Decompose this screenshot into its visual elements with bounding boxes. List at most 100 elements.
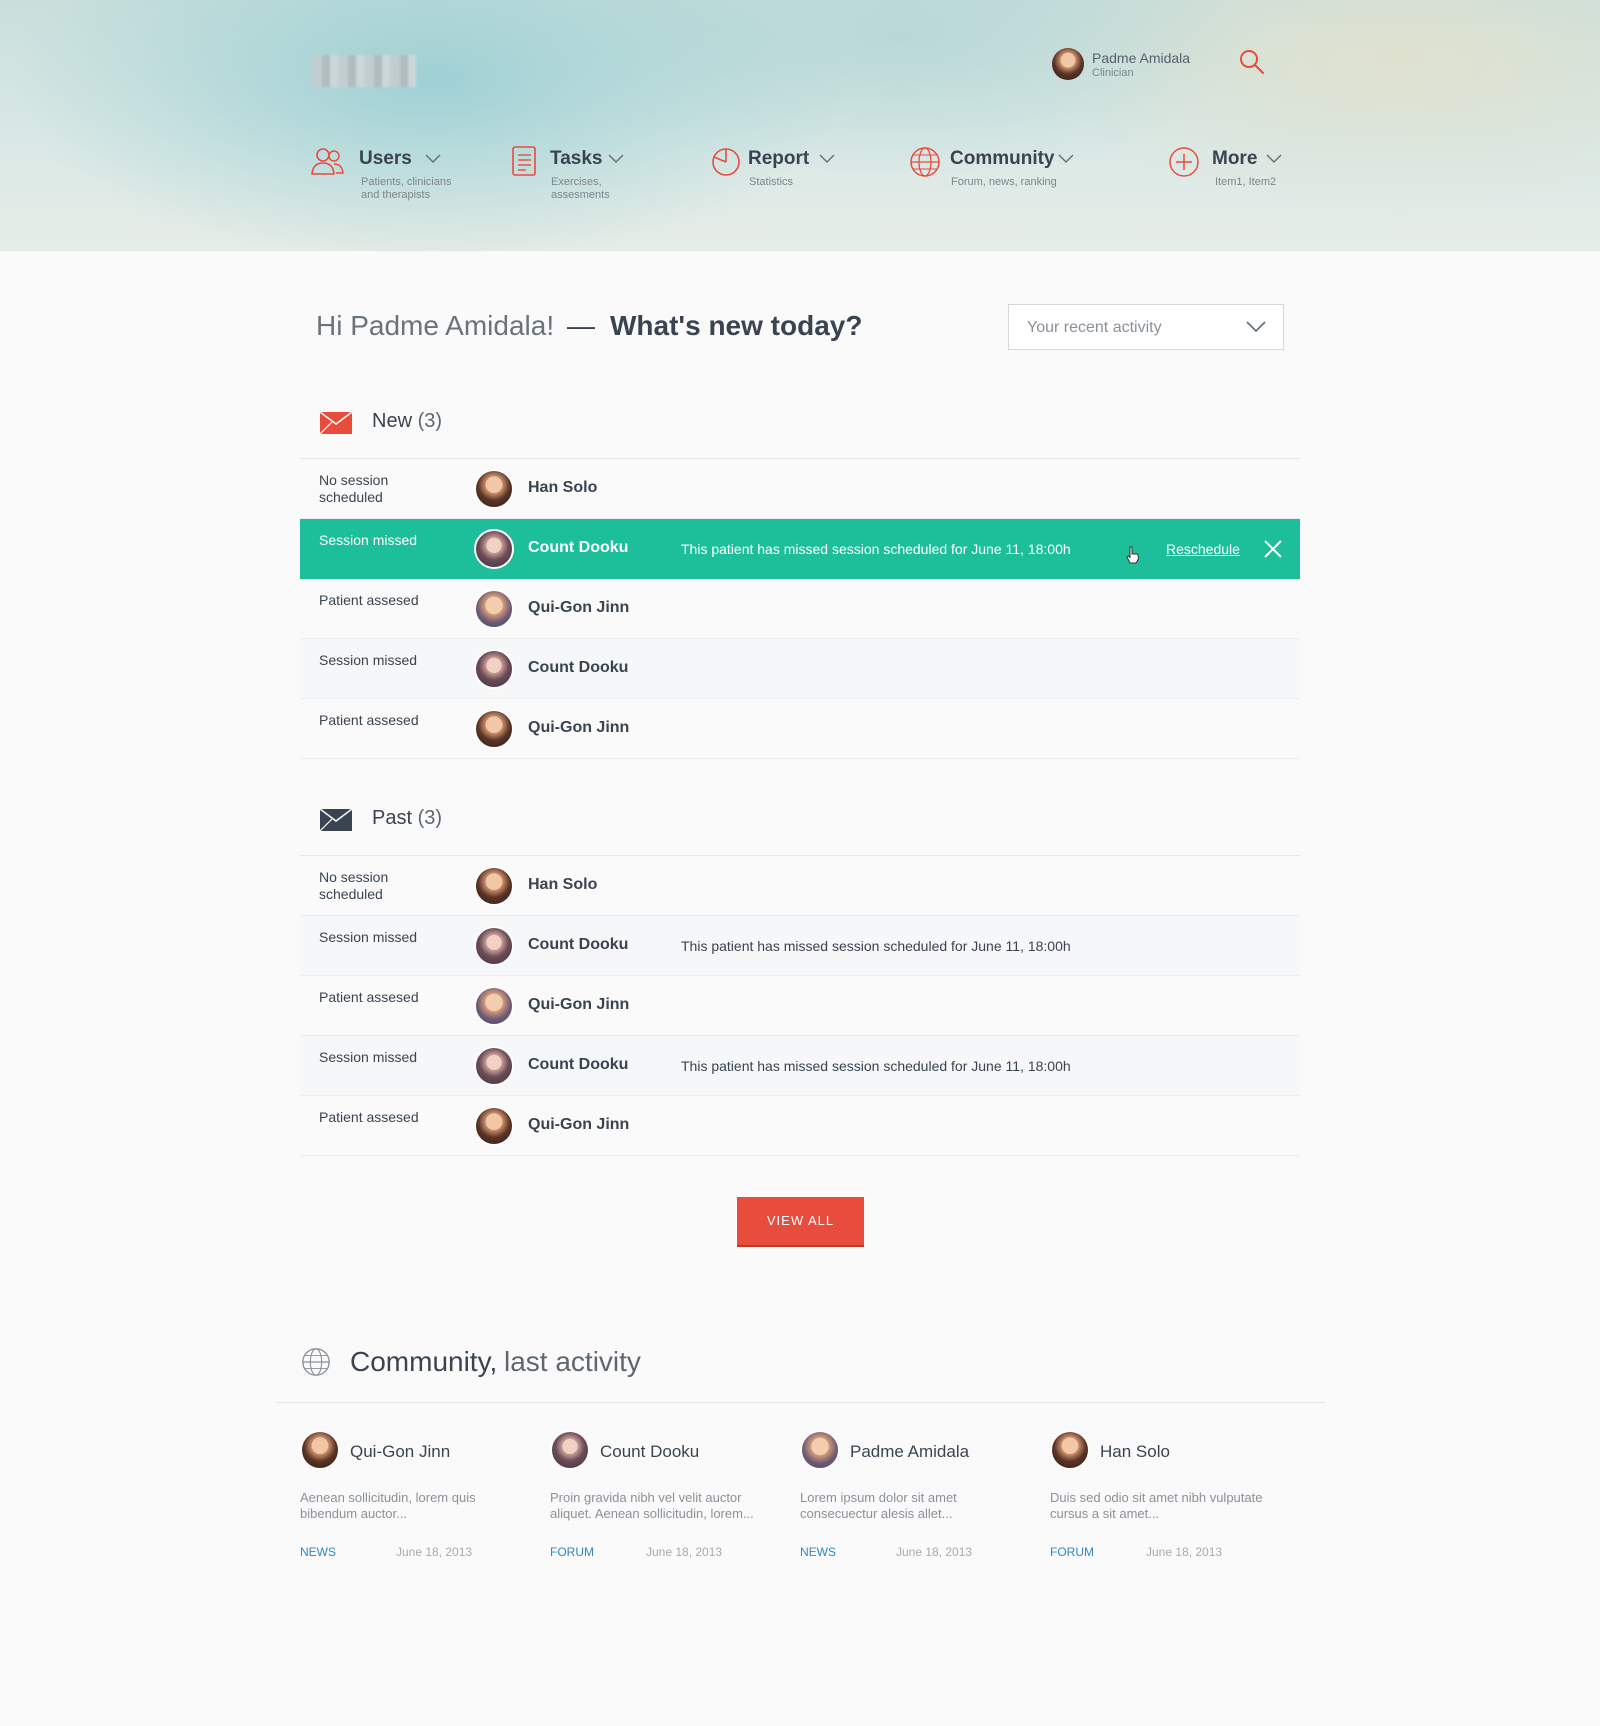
nav-users-sub: Patients, clinicians and therapists [361,176,452,201]
chevron-down-icon [819,154,835,164]
table-row-highlighted[interactable]: Session missed Count Dooku This patient … [300,519,1300,579]
card-tag[interactable]: FORUM [550,1545,594,1559]
reschedule-link[interactable]: Reschedule [1166,541,1240,557]
patient-name[interactable]: Han Solo [528,876,597,894]
activity-filter-value: Your recent activity [1027,319,1162,336]
globe-icon [910,147,940,177]
user-name: Padme Amidala [1092,50,1191,66]
row-message: This patient has missed session schedule… [681,541,1071,557]
avatar [474,469,514,509]
user-role: Clinician [1092,67,1134,79]
header-banner: Padme Amidala Clinician Users Patients, … [0,0,1600,251]
hand-cursor-icon [1126,546,1139,564]
card-author[interactable]: Padme Amidala [850,1442,969,1462]
row-status: Patient assesed [319,989,419,1005]
nav-users-label: Users [359,148,412,169]
divider [276,1402,1326,1403]
nav-more-label: More [1212,148,1258,169]
card-author[interactable]: Qui-Gon Jinn [350,1442,450,1462]
avatar [474,1046,514,1086]
row-status: Patient assesed [319,592,419,608]
nav-more-sub: Item1, Item2 [1215,176,1277,188]
card-excerpt: Lorem ipsum dolor sit amet consecuectur … [800,1490,957,1521]
table-row[interactable]: Patient assesed Qui-Gon Jinn [300,699,1300,759]
patient-name[interactable]: Qui-Gon Jinn [528,719,629,737]
user-avatar [1052,48,1084,80]
view-all-button[interactable]: VIEW ALL [737,1197,864,1247]
row-status: Session missed [319,929,418,945]
report-icon [712,148,740,176]
table-row[interactable]: Session missed Count Dooku This patient … [300,916,1300,976]
patient-name[interactable]: Qui-Gon Jinn [528,599,629,617]
row-status: Session missed [319,1049,418,1065]
row-status: No session scheduled [319,869,389,902]
avatar [550,1430,590,1470]
envelope-icon [320,809,352,831]
chevron-down-icon [1246,321,1266,333]
patient-name[interactable]: Count Dooku [528,1056,628,1074]
patient-name[interactable]: Qui-Gon Jinn [528,996,629,1014]
card-excerpt: Aenean sollicitudin, lorem quis bibendum… [300,1490,476,1521]
card-date: June 18, 2013 [646,1545,723,1559]
nav-report-sub: Statistics [749,176,794,188]
card-tag[interactable]: NEWS [800,1545,836,1559]
users-icon [311,148,344,175]
user-profile[interactable]: Padme Amidala Clinician [1052,48,1252,84]
plus-circle-icon [1169,147,1199,177]
patient-name[interactable]: Count Dooku [528,539,628,557]
close-icon[interactable] [1262,538,1284,560]
card-tag[interactable]: FORUM [1050,1545,1094,1559]
card-tag[interactable]: NEWS [300,1545,336,1559]
avatar [1050,1430,1090,1470]
card-author[interactable]: Han Solo [1100,1442,1170,1462]
row-status: Session missed [319,652,418,668]
envelope-icon [320,412,352,434]
patient-name[interactable]: Qui-Gon Jinn [528,1116,629,1134]
nav-community-label: Community [950,148,1055,169]
card-author[interactable]: Count Dooku [600,1442,699,1462]
search-icon[interactable] [1238,48,1266,76]
card-excerpt: Duis sed odio sit amet nibh vulputate cu… [1050,1490,1263,1521]
card-excerpt: Proin gravida nibh vel velit auctor aliq… [550,1490,754,1521]
nav-report-label: Report [748,148,810,169]
avatar [474,709,514,749]
table-row[interactable]: No session scheduled Han Solo [300,459,1300,519]
table-row[interactable]: Patient assesed Qui-Gon Jinn [300,1096,1300,1156]
table-row[interactable]: Patient assesed Qui-Gon Jinn [300,976,1300,1036]
row-message: This patient has missed session schedule… [681,938,1071,954]
row-status: Session missed [319,532,418,548]
activity-filter-dropdown[interactable]: Your recent activity [1008,304,1284,350]
tasks-icon [512,146,536,176]
table-row[interactable]: Session missed Count Dooku [300,639,1300,699]
page-title: What's new today? [610,310,863,341]
new-activity-table: No session scheduled Han Solo Session mi… [300,458,1300,759]
chevron-down-icon [1058,154,1074,164]
nav-tasks-sub: Exercises, assesments [551,176,610,201]
avatar [474,589,514,629]
table-row[interactable]: Session missed Count Dooku This patient … [300,1036,1300,1096]
chevron-down-icon [608,154,624,164]
community-title: Community, [350,1346,498,1377]
patient-name[interactable]: Count Dooku [528,659,628,677]
row-status: Patient assesed [319,712,419,728]
past-activity-table: No session scheduled Han Solo Session mi… [300,855,1300,1156]
chevron-down-icon [1266,154,1282,164]
patient-name[interactable]: Count Dooku [528,936,628,954]
community-subtitle: last activity [504,1346,641,1377]
table-row[interactable]: Patient assesed Qui-Gon Jinn [300,579,1300,639]
table-row[interactable]: No session scheduled Han Solo [300,856,1300,916]
card-date: June 18, 2013 [896,1545,973,1559]
row-status: Patient assesed [319,1109,419,1125]
avatar [474,529,514,569]
avatar [474,1106,514,1146]
app-logo[interactable] [312,55,416,87]
avatar [800,1430,840,1470]
nav-tasks-label: Tasks [550,148,603,169]
greeting-dash: — [567,310,595,341]
greeting-text: Hi Padme Amidala! [316,310,555,341]
nav-community-sub: Forum, news, ranking [951,176,1057,188]
new-section-title: New (3) [372,410,443,432]
patient-name[interactable]: Han Solo [528,479,597,497]
chevron-down-icon [425,154,441,164]
card-date: June 18, 2013 [396,1545,473,1559]
